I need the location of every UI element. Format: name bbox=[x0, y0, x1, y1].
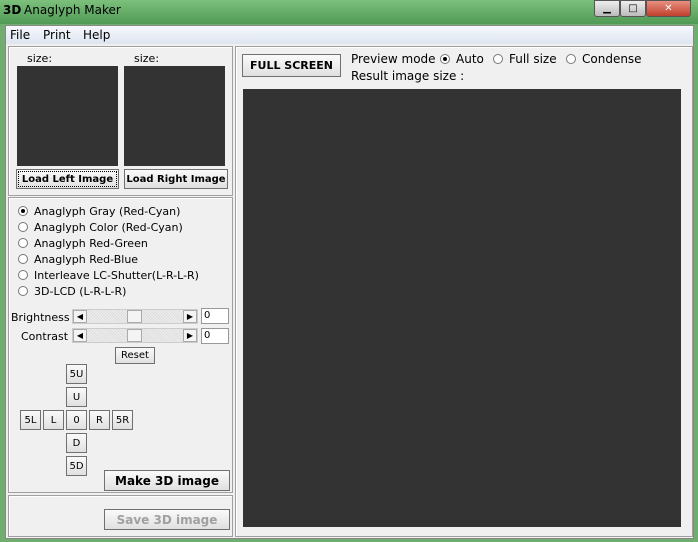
preview-option-condense[interactable]: Condense bbox=[566, 51, 642, 67]
radio-icon bbox=[18, 254, 28, 264]
make-3d-image-button[interactable]: Make 3D image bbox=[104, 470, 230, 491]
right-image-preview bbox=[124, 66, 225, 166]
maximize-button[interactable]: □ bbox=[620, 0, 646, 17]
load-right-image-button[interactable]: Load Right Image bbox=[124, 169, 228, 189]
left-image-preview bbox=[17, 66, 118, 166]
contrast-slider[interactable]: ◀ ▶ bbox=[72, 328, 198, 343]
arrow-left-icon[interactable]: ◀ bbox=[73, 310, 87, 323]
menu-file[interactable]: File bbox=[10, 28, 30, 42]
mode-label: Anaglyph Red-Green bbox=[34, 236, 148, 250]
slider-thumb[interactable] bbox=[127, 329, 142, 342]
radio-icon bbox=[493, 54, 503, 64]
mode-option-red-blue[interactable]: Anaglyph Red-Blue bbox=[18, 251, 199, 267]
preview-option-auto[interactable]: Auto bbox=[440, 51, 484, 67]
close-button[interactable]: ✕ bbox=[646, 0, 691, 17]
radio-icon bbox=[18, 270, 28, 280]
right-size-label: size: bbox=[134, 52, 160, 65]
shift-right-button[interactable]: R bbox=[89, 410, 110, 430]
menu-help[interactable]: Help bbox=[83, 28, 110, 42]
contrast-value-field[interactable]: 0 bbox=[201, 328, 229, 344]
shift-down-button[interactable]: D bbox=[66, 433, 87, 453]
radio-icon bbox=[18, 222, 28, 232]
preview-panel: FULL SCREEN Preview mode Auto Full size … bbox=[235, 46, 693, 537]
shift-left-5-button[interactable]: 5L bbox=[20, 410, 41, 430]
arrow-right-icon[interactable]: ▶ bbox=[183, 310, 197, 323]
radio-icon bbox=[18, 238, 28, 248]
load-left-image-button[interactable]: Load Left Image bbox=[16, 169, 119, 189]
brightness-slider[interactable]: ◀ ▶ bbox=[72, 309, 198, 324]
shift-left-button[interactable]: L bbox=[43, 410, 64, 430]
save-panel: Save 3D image bbox=[8, 495, 233, 537]
contrast-label: Contrast bbox=[21, 330, 69, 343]
window-title: Anaglyph Maker bbox=[24, 3, 121, 17]
radio-icon bbox=[18, 286, 28, 296]
option-label: Auto bbox=[456, 52, 484, 66]
settings-panel: Anaglyph Gray (Red-Cyan) Anaglyph Color … bbox=[8, 197, 233, 493]
mode-option-interleave[interactable]: Interleave LC-Shutter(L-R-L-R) bbox=[18, 267, 199, 283]
option-label: Condense bbox=[582, 52, 642, 66]
preview-option-full-size[interactable]: Full size bbox=[493, 51, 557, 67]
result-size-label: Result image size : bbox=[351, 69, 465, 83]
image-load-panel: size: size: Load Left Image Load Right I… bbox=[8, 46, 233, 196]
shift-right-5-button[interactable]: 5R bbox=[112, 410, 133, 430]
title-bar: 3D Anaglyph Maker ▁ □ ✕ bbox=[0, 0, 698, 24]
arrow-left-icon[interactable]: ◀ bbox=[73, 329, 87, 342]
mode-label: Interleave LC-Shutter(L-R-L-R) bbox=[34, 268, 199, 282]
save-3d-image-button[interactable]: Save 3D image bbox=[104, 509, 230, 530]
mode-label: Anaglyph Red-Blue bbox=[34, 252, 139, 266]
radio-icon bbox=[18, 206, 28, 216]
brightness-label: Brightness bbox=[11, 311, 70, 324]
mode-label: 3D-LCD (L-R-L-R) bbox=[34, 284, 127, 298]
radio-icon bbox=[440, 54, 450, 64]
shift-up-button[interactable]: U bbox=[66, 387, 87, 407]
mode-option-color[interactable]: Anaglyph Color (Red-Cyan) bbox=[18, 219, 199, 235]
mode-radio-group: Anaglyph Gray (Red-Cyan) Anaglyph Color … bbox=[18, 203, 199, 299]
shift-down-5-button[interactable]: 5D bbox=[66, 456, 87, 476]
result-image-preview bbox=[243, 89, 681, 527]
radio-icon bbox=[566, 54, 576, 64]
arrow-right-icon[interactable]: ▶ bbox=[183, 329, 197, 342]
preview-mode-label: Preview mode bbox=[351, 52, 436, 66]
option-label: Full size bbox=[509, 52, 557, 66]
mode-option-gray[interactable]: Anaglyph Gray (Red-Cyan) bbox=[18, 203, 199, 219]
brightness-value-field[interactable]: 0 bbox=[201, 308, 229, 324]
shift-up-5-button[interactable]: 5U bbox=[66, 364, 87, 384]
menu-print[interactable]: Print bbox=[43, 28, 71, 42]
mode-option-red-green[interactable]: Anaglyph Red-Green bbox=[18, 235, 199, 251]
left-size-label: size: bbox=[27, 52, 53, 65]
reset-button[interactable]: Reset bbox=[115, 347, 155, 364]
mode-label: Anaglyph Color (Red-Cyan) bbox=[34, 220, 183, 234]
full-screen-button[interactable]: FULL SCREEN bbox=[242, 54, 341, 77]
client-area: File Print Help size: size: Load Left Im… bbox=[5, 25, 694, 539]
menu-bar: File Print Help bbox=[6, 26, 693, 44]
mode-label: Anaglyph Gray (Red-Cyan) bbox=[34, 204, 181, 218]
minimize-button[interactable]: ▁ bbox=[594, 0, 620, 17]
slider-thumb[interactable] bbox=[127, 310, 142, 323]
mode-option-3d-lcd[interactable]: 3D-LCD (L-R-L-R) bbox=[18, 283, 199, 299]
shift-reset-button[interactable]: 0 bbox=[66, 410, 87, 430]
app-logo-icon: 3D bbox=[3, 3, 22, 17]
